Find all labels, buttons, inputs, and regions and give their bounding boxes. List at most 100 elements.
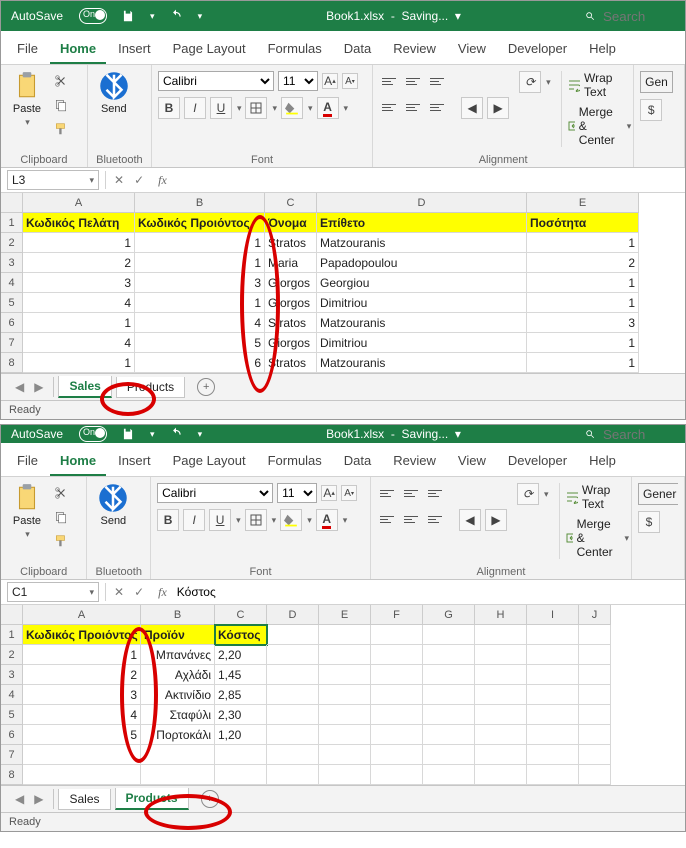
cell[interactable]: [475, 665, 527, 685]
cell[interactable]: 1: [527, 333, 639, 353]
search-input[interactable]: [601, 8, 675, 25]
tab-home[interactable]: Home: [50, 447, 106, 476]
row-header[interactable]: 4: [1, 685, 23, 705]
font-name-select[interactable]: Calibri: [158, 71, 274, 91]
row-header[interactable]: 3: [1, 253, 23, 273]
tab-view[interactable]: View: [448, 35, 496, 64]
paste-button[interactable]: Paste▾: [7, 483, 47, 540]
tab-page-layout[interactable]: Page Layout: [163, 35, 256, 64]
cell[interactable]: Κωδικός Πελάτη: [23, 213, 135, 233]
sheet-nav-right[interactable]: ▶: [34, 792, 43, 806]
cell[interactable]: 4: [23, 293, 135, 313]
fx-icon[interactable]: fx: [152, 585, 173, 600]
cell[interactable]: [267, 765, 319, 785]
align-icon[interactable]: [403, 97, 423, 117]
cell[interactable]: [527, 645, 579, 665]
cell[interactable]: [23, 765, 141, 785]
border-button[interactable]: [245, 509, 267, 531]
cancel-icon[interactable]: ✕: [114, 585, 124, 599]
cell[interactable]: 2: [23, 253, 135, 273]
cell[interactable]: [423, 725, 475, 745]
tab-file[interactable]: File: [7, 447, 48, 476]
underline-button[interactable]: U: [210, 97, 232, 119]
underline-button[interactable]: U: [209, 509, 231, 531]
cell[interactable]: [267, 705, 319, 725]
cell[interactable]: [423, 745, 475, 765]
indent-dec-button[interactable]: ◀: [461, 97, 483, 119]
cell[interactable]: [527, 625, 579, 645]
tab-developer[interactable]: Developer: [498, 447, 577, 476]
cell[interactable]: [475, 625, 527, 645]
cell[interactable]: [527, 685, 579, 705]
format-painter-button[interactable]: [51, 119, 71, 139]
align-icon[interactable]: [377, 509, 397, 529]
add-sheet-button[interactable]: +: [197, 378, 215, 396]
cut-button[interactable]: [51, 483, 71, 503]
cell[interactable]: [579, 665, 611, 685]
cell[interactable]: Georgiou: [317, 273, 527, 293]
cell[interactable]: 1,20: [215, 725, 267, 745]
cell[interactable]: [319, 665, 371, 685]
cell[interactable]: [215, 765, 267, 785]
align-icon[interactable]: [403, 71, 423, 91]
cell[interactable]: [371, 725, 423, 745]
save-icon[interactable]: [121, 9, 135, 23]
currency-button[interactable]: $: [638, 511, 660, 533]
cell[interactable]: [319, 685, 371, 705]
undo-icon[interactable]: [169, 9, 183, 23]
align-icon[interactable]: [427, 97, 447, 117]
cell[interactable]: [579, 685, 611, 705]
copy-button[interactable]: [51, 507, 71, 527]
cell[interactable]: [423, 685, 475, 705]
cell[interactable]: Κωδικός Προιόντος: [135, 213, 265, 233]
font-color-button[interactable]: A: [316, 509, 338, 531]
row-header[interactable]: 7: [1, 333, 23, 353]
border-button[interactable]: [245, 97, 267, 119]
sheet-nav-left[interactable]: ◀: [15, 380, 24, 394]
col-header[interactable]: H: [475, 605, 527, 625]
orientation-button[interactable]: ⟳: [519, 71, 541, 93]
cell[interactable]: 2,85: [215, 685, 267, 705]
cell[interactable]: 1: [527, 273, 639, 293]
cell[interactable]: [423, 705, 475, 725]
cell[interactable]: [319, 725, 371, 745]
cell[interactable]: Προϊόν: [141, 625, 215, 645]
cell[interactable]: [319, 705, 371, 725]
tab-home[interactable]: Home: [50, 35, 106, 64]
cell[interactable]: [267, 745, 319, 765]
cell[interactable]: [527, 745, 579, 765]
copy-button[interactable]: [51, 95, 71, 115]
merge-center-button[interactable]: Merge & Center: [568, 105, 622, 147]
wrap-text-button[interactable]: Wrap Text: [566, 483, 630, 511]
col-header[interactable]: J: [579, 605, 611, 625]
cell[interactable]: [475, 725, 527, 745]
search-icon[interactable]: [585, 9, 595, 23]
cell[interactable]: [423, 625, 475, 645]
cell[interactable]: 3: [23, 273, 135, 293]
name-box[interactable]: L3▾: [7, 170, 99, 190]
fx-icon[interactable]: fx: [152, 173, 173, 188]
cell[interactable]: [423, 645, 475, 665]
cell[interactable]: 4: [23, 333, 135, 353]
tab-review[interactable]: Review: [383, 35, 446, 64]
col-header[interactable]: A: [23, 605, 141, 625]
cell[interactable]: [579, 745, 611, 765]
orientation-button[interactable]: ⟳: [517, 483, 539, 505]
select-all-corner[interactable]: [1, 605, 23, 625]
tab-help[interactable]: Help: [579, 35, 626, 64]
autosave-toggle[interactable]: On: [79, 426, 107, 442]
align-icon[interactable]: [377, 483, 397, 503]
tab-formulas[interactable]: Formulas: [258, 35, 332, 64]
cell[interactable]: Κωδικός Προιόντος: [23, 625, 141, 645]
row-header[interactable]: 4: [1, 273, 23, 293]
cell[interactable]: 3: [527, 313, 639, 333]
cell[interactable]: Matzouranis: [317, 233, 527, 253]
currency-button[interactable]: $: [640, 99, 662, 121]
cell[interactable]: [579, 705, 611, 725]
tab-view[interactable]: View: [448, 447, 496, 476]
indent-inc-button[interactable]: ▶: [487, 97, 509, 119]
cell[interactable]: 1: [23, 353, 135, 373]
cell[interactable]: [267, 625, 319, 645]
cell[interactable]: [371, 765, 423, 785]
row-header[interactable]: 5: [1, 293, 23, 313]
